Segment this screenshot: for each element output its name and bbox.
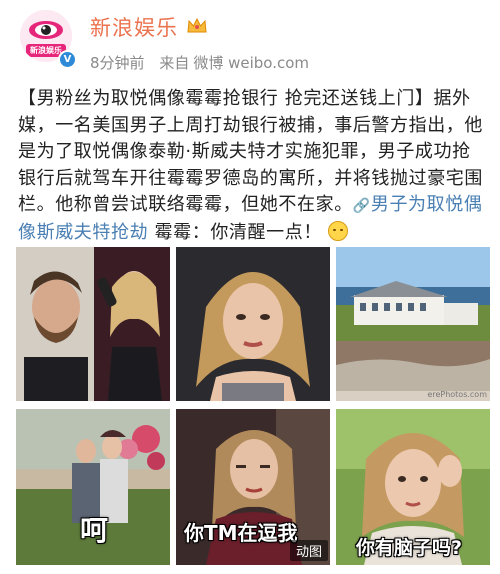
- image-4[interactable]: 呵: [16, 409, 170, 565]
- image-3[interactable]: erePhotos.com: [336, 247, 490, 401]
- post-time: 8分钟前: [90, 54, 145, 72]
- image-grid: erePhotos.com 呵 你TM在逗我 动图 你有脑子吗?: [16, 247, 490, 565]
- image-4-caption: 呵: [80, 514, 109, 547]
- username[interactable]: 新浪娱乐: [90, 12, 178, 42]
- smile-emoji-icon: [328, 220, 349, 241]
- post-meta: 8分钟前 来自 微博 weibo.com: [90, 52, 319, 73]
- gif-badge: 动图: [289, 540, 328, 561]
- post-tail: 霉霉：你清醒一点！: [148, 221, 322, 243]
- image-6[interactable]: 你有脑子吗?: [336, 409, 490, 565]
- post-text: 【男粉丝为取悦偶像霉霉抢银行 抢完还送钱上门】据外媒，一名美国男子上周打劫银行被…: [18, 86, 486, 246]
- photo-mansion-icon: [336, 247, 490, 401]
- image-5[interactable]: 你TM在逗我 动图: [176, 409, 330, 565]
- link-icon: 🔗: [352, 198, 371, 214]
- image-1[interactable]: [16, 247, 170, 401]
- verified-badge-icon: V: [58, 50, 77, 69]
- photo-watermark: erePhotos.com: [427, 390, 487, 399]
- image-5-caption: 你TM在逗我: [184, 521, 298, 545]
- image-6-caption: 你有脑子吗?: [356, 537, 463, 559]
- source-prefix: 来自: [159, 54, 190, 72]
- photo-man-and-singer-icon: [16, 247, 170, 401]
- post-source[interactable]: 微博 weibo.com: [193, 54, 309, 72]
- vip-crown-icon: [187, 17, 207, 33]
- image-2[interactable]: [176, 247, 330, 401]
- photo-blonde-woman-icon: [176, 247, 330, 401]
